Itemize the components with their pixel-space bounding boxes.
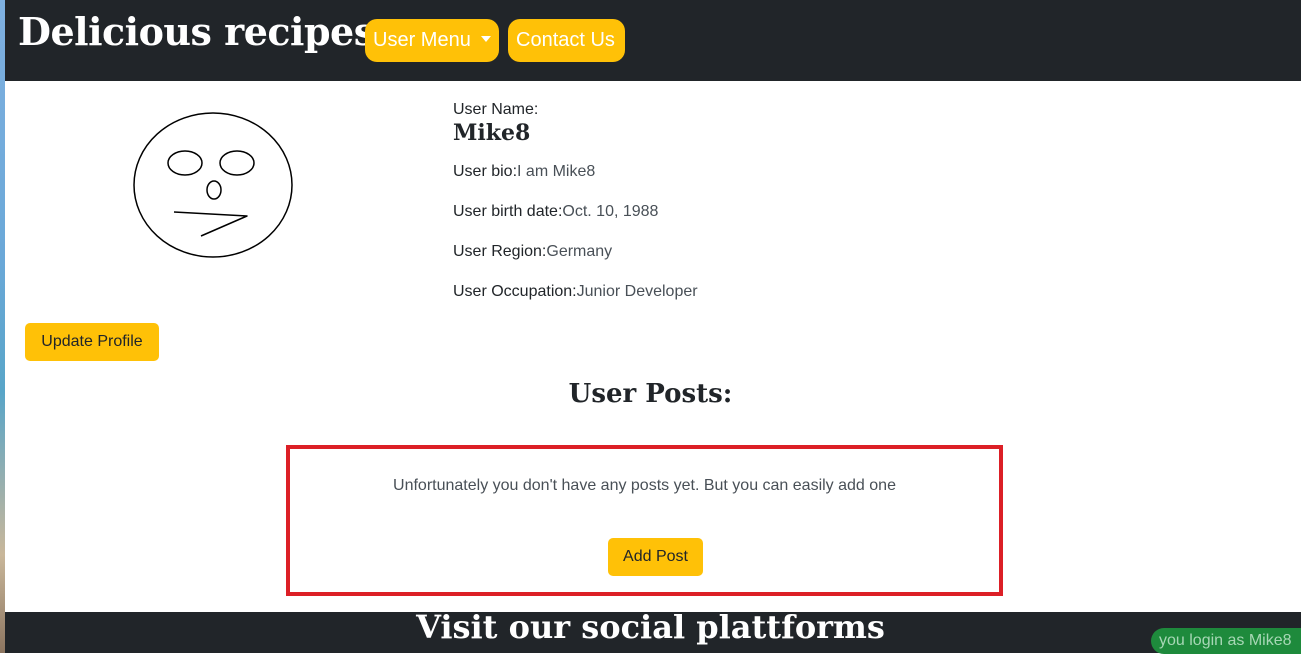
footer-title: Visit our social plattforms [416, 608, 885, 646]
empty-posts-message: Unfortunately you don't have any posts y… [393, 477, 896, 494]
bio-row: User bio:I am Mike8 [453, 163, 595, 181]
navbar: Delicious recipes User Menu Contact Us [5, 0, 1301, 81]
occupation-value: Junior Developer [576, 283, 698, 300]
posts-container: Unfortunately you don't have any posts y… [286, 445, 1003, 596]
bio-value: I am Mike8 [517, 163, 596, 180]
username-label: User Name: [453, 101, 539, 118]
brand-title[interactable]: Delicious recipes [18, 9, 375, 54]
user-posts-title: User Posts: [568, 379, 733, 409]
window-edge [0, 0, 5, 653]
add-post-button[interactable]: Add Post [608, 538, 703, 576]
birth-date-label: User birth date: [453, 203, 563, 220]
caret-down-icon [480, 35, 491, 42]
region-row: User Region:Germany [453, 243, 612, 261]
bio-label: User bio: [453, 163, 518, 180]
occupation-label: User Occupation: [453, 283, 577, 300]
login-status-badge: you login as Mike8 [1151, 628, 1301, 654]
region-value: Germany [546, 243, 613, 260]
region-label: User Region: [453, 243, 547, 260]
user-menu-dropdown[interactable]: User Menu [365, 19, 499, 62]
username: Mike8 [453, 120, 531, 146]
contact-us-button[interactable]: Contact Us [508, 19, 625, 62]
occupation-row: User Occupation:Junior Developer [453, 283, 698, 301]
user-menu-label: User Menu [373, 29, 471, 51]
update-profile-button[interactable]: Update Profile [25, 323, 159, 361]
avatar [133, 112, 293, 258]
birth-date-value: Oct. 10, 1988 [562, 203, 659, 220]
birth-date-row: User birth date:Oct. 10, 1988 [453, 203, 658, 221]
